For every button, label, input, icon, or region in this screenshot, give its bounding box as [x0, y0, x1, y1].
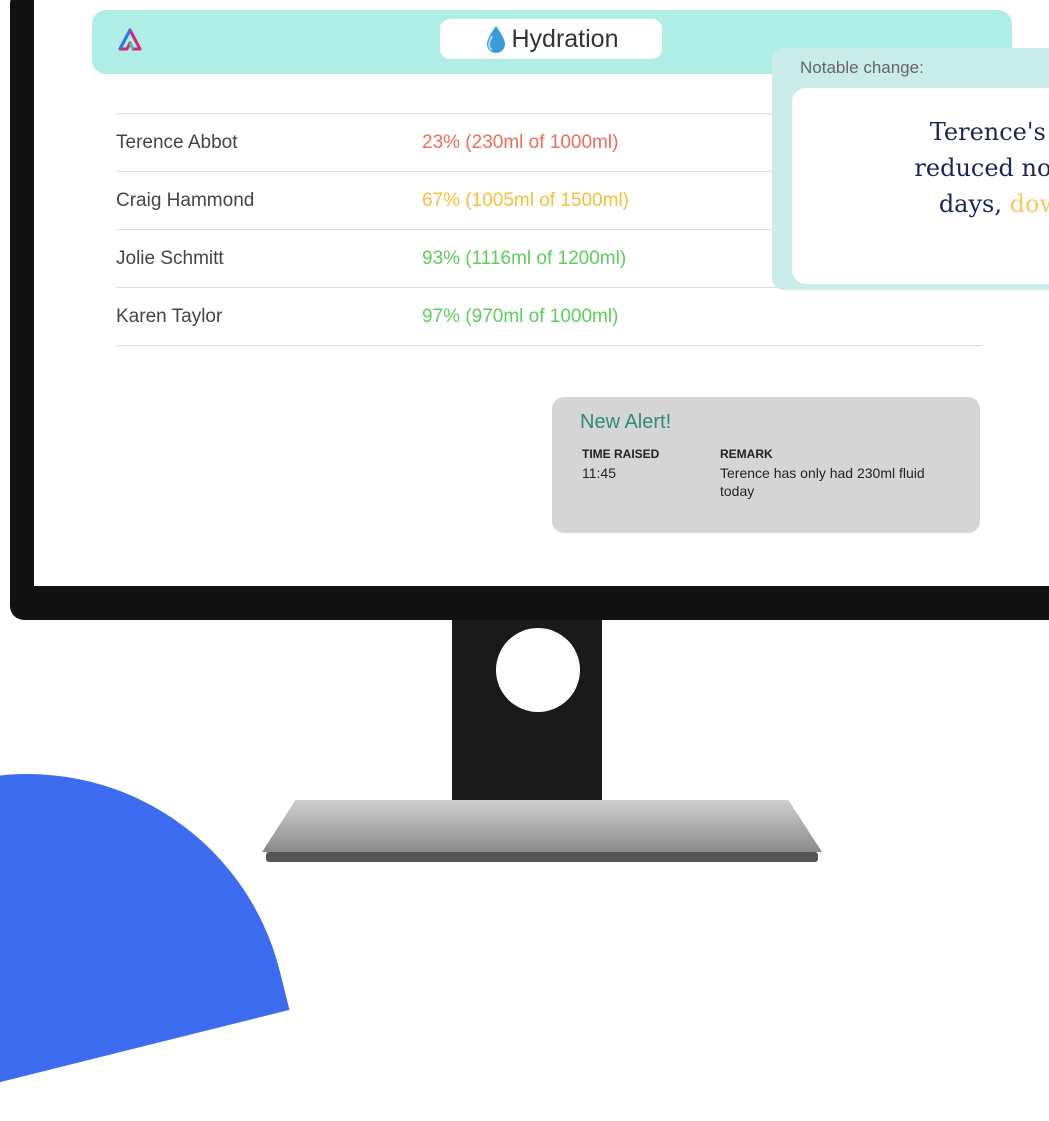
monitor-screen: Hydration Terence Abbot 23% (230ml of 10… [34, 0, 1049, 586]
alert-remark-column: REMARK Terence has only had 230ml fluid … [720, 447, 960, 500]
notable-highlight: down [1009, 190, 1049, 218]
page-title-text: Hydration [511, 24, 619, 53]
alert-remark-header: REMARK [720, 447, 773, 461]
notable-change-label: Notable change: [800, 58, 924, 77]
table-row[interactable]: Karen Taylor 97% (970ml of 1000ml) [116, 288, 982, 346]
resident-name: Karen Taylor [116, 305, 223, 327]
resident-name: Terence Abbot [116, 131, 238, 153]
intake-value: 97% (970ml of 1000ml) [422, 305, 619, 327]
water-drop-icon [486, 26, 505, 53]
alert-card[interactable]: New Alert! TIME RAISED 11:45 REMARK Tere… [552, 397, 980, 533]
notable-line-text: days, [938, 190, 1010, 218]
alert-remark-value: Terence has only had 230ml fluid today [720, 465, 925, 499]
monitor-stand-base-edge [266, 852, 818, 862]
monitor-stand-base [262, 800, 822, 852]
intake-value: 93% (1116ml of 1200ml) [422, 247, 627, 269]
notable-line: days, down by [792, 186, 1049, 222]
monitor-stand-cable-hole [496, 628, 580, 712]
page-title: Hydration [440, 19, 662, 59]
monitor-bezel: Hydration Terence Abbot 23% (230ml of 10… [10, 0, 1049, 620]
background-blob [0, 718, 290, 1121]
brand-logo-icon[interactable] [118, 28, 142, 52]
alert-time-column: TIME RAISED 11:45 [582, 447, 702, 482]
alert-time-header: TIME RAISED [582, 447, 660, 461]
alert-time-value: 11:45 [582, 465, 616, 481]
notable-line: Terence's daily [929, 118, 1049, 146]
notable-change-card: Notable change: Terence's daily reduced … [772, 48, 1049, 290]
alert-title: New Alert! [580, 411, 672, 433]
notable-line: reduced notably [914, 154, 1049, 182]
intake-value: 67% (1005ml of 1500ml) [422, 189, 629, 211]
intake-value: 23% (230ml of 1000ml) [422, 131, 619, 153]
resident-name: Craig Hammond [116, 189, 255, 211]
resident-name: Jolie Schmitt [116, 247, 224, 269]
notable-change-message: Terence's daily reduced notably days, do… [792, 88, 1049, 284]
